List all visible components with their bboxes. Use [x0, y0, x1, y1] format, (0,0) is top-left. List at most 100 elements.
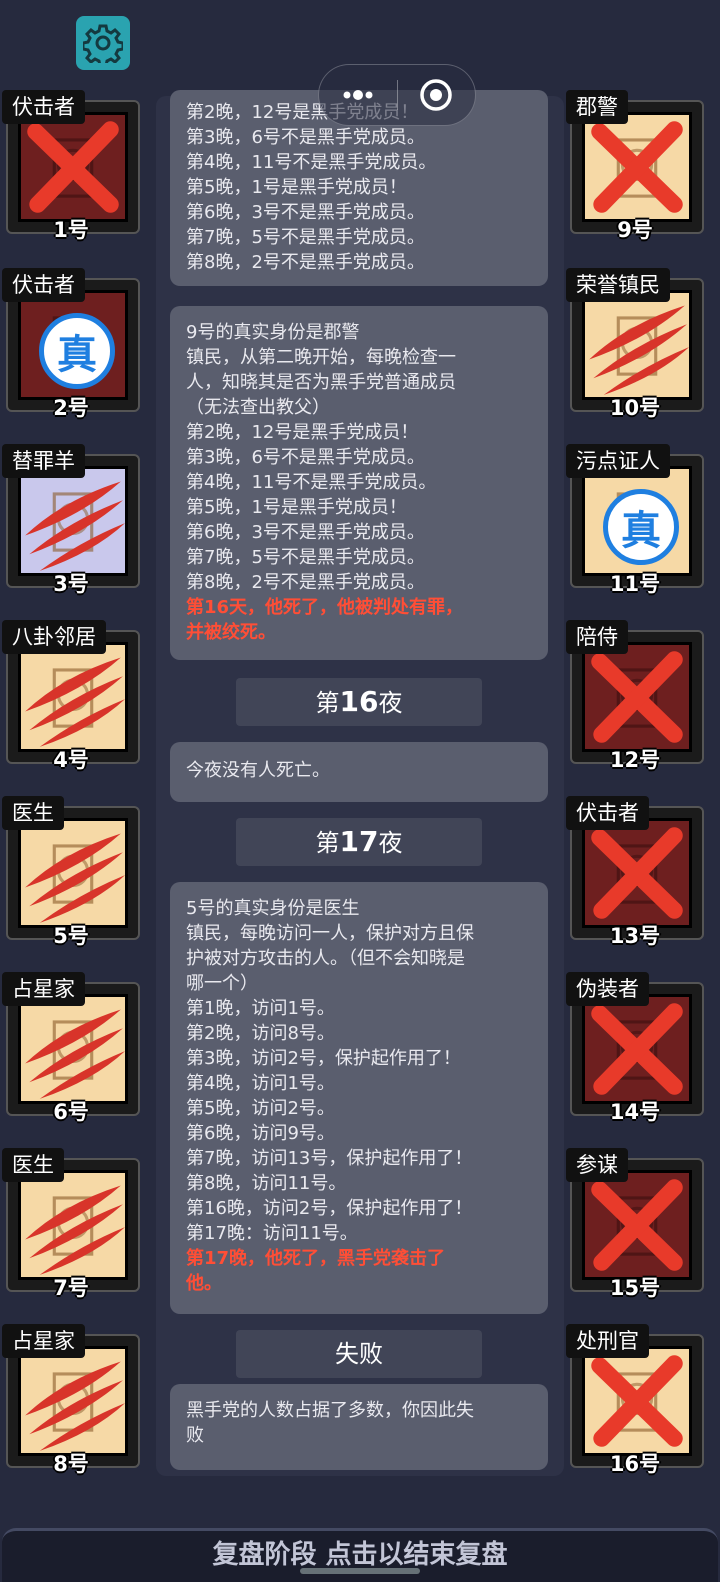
player-card[interactable]: 医生 7号 — [2, 1148, 140, 1300]
log-line: 第6晚，3号不是黑手党成员。 — [186, 202, 425, 223]
log-line: 镇民，每晚访问一人，保护对方且保 — [186, 923, 474, 944]
log-line: 人，知晓其是否为黑手党普通成员 — [186, 372, 456, 393]
log-entry-doctor: 5号的真实身份是医生镇民，每晚访问一人，保护对方且保 护被对方攻击的人。（但不会知… — [170, 882, 548, 1314]
log-line: 第7晚，5号不是黑手党成员。 — [186, 227, 425, 248]
verified-badge-text: 真 — [57, 332, 97, 378]
log-line: 败 — [186, 1425, 204, 1446]
death-note-line: 他。 — [186, 1273, 222, 1294]
eliminated-x-icon — [591, 121, 683, 213]
log-line: 5号的真实身份是医生 — [186, 898, 360, 919]
player-card[interactable]: 荣誉镇民 10号 — [566, 268, 704, 420]
eliminated-x-icon — [591, 1355, 683, 1447]
record-circle-icon — [420, 79, 452, 111]
role-portrait — [18, 818, 128, 928]
player-card[interactable]: 郡警 9号 — [566, 90, 704, 242]
log-line: 第3晚，6号不是黑手党成员。 — [186, 447, 425, 468]
role-portrait — [582, 642, 692, 752]
player-card[interactable]: 陪侍 12号 — [566, 620, 704, 772]
more-dots-icon — [343, 90, 373, 100]
player-card[interactable]: 真 伏击者 2号 — [2, 268, 140, 420]
log-line: 今夜没有人死亡。 — [186, 760, 330, 781]
claw-slash-icon — [25, 833, 125, 923]
log-line: 镇民，从第二晚开始，每晚检查一 — [186, 347, 456, 368]
log-entry-result: 黑手党的人数占据了多数，你因此失败 — [170, 1384, 548, 1470]
claw-slash-icon — [25, 481, 125, 571]
role-portrait — [582, 112, 692, 222]
player-card[interactable]: 八卦邻居 4号 — [2, 620, 140, 772]
player-number: 13号 — [609, 924, 661, 948]
log-line: 第7晚，访问13号，保护起作用了！ — [186, 1148, 473, 1169]
role-label: 参谋 — [566, 1148, 628, 1182]
role-portrait — [18, 642, 128, 752]
role-label: 处刑官 — [566, 1324, 649, 1358]
log-line: 第4晚，访问1号。 — [186, 1073, 335, 1094]
role-portrait — [582, 994, 692, 1104]
home-indicator — [300, 1568, 420, 1574]
log-line: 第5晚，1号是黑手党成员！ — [186, 497, 407, 518]
more-button[interactable] — [319, 65, 397, 125]
claw-slash-icon — [25, 657, 125, 747]
player-number: 9号 — [617, 218, 653, 242]
role-portrait — [18, 112, 128, 222]
role-label: 占星家 — [2, 1324, 85, 1358]
player-card[interactable]: 占星家 6号 — [2, 972, 140, 1124]
player-card[interactable]: 占星家 8号 — [2, 1324, 140, 1476]
death-note-line: 并被绞死。 — [186, 622, 276, 643]
player-number: 15号 — [609, 1276, 661, 1300]
log-line: 第16晚，访问2号，保护起作用了！ — [186, 1198, 473, 1219]
role-portrait — [582, 818, 692, 928]
log-entry-sheriff: 9号的真实身份是郡警镇民，从第二晚开始，每晚检查一 人，知晓其是否为黑手党普通成员… — [170, 306, 548, 660]
night-16-header: 第16夜 — [236, 678, 482, 726]
log-line: 9号的真实身份是郡警 — [186, 322, 360, 343]
log-line: 黑手党的人数占据了多数，你因此失 — [186, 1400, 474, 1421]
player-card[interactable]: 替罪羊 3号 — [2, 444, 140, 596]
role-portrait — [582, 290, 692, 400]
settings-button[interactable] — [76, 16, 130, 70]
eliminated-x-icon — [591, 1179, 683, 1271]
eliminated-x-icon — [591, 651, 683, 743]
player-card[interactable]: 参谋 15号 — [566, 1148, 704, 1300]
player-number: 4号 — [53, 748, 89, 772]
log-line: （无法查出教父） — [186, 397, 330, 418]
role-portrait — [18, 994, 128, 1104]
role-portrait: 真 — [582, 466, 692, 576]
end-review-label: 复盘阶段 点击以结束复盘 — [212, 1540, 508, 1570]
player-card[interactable]: 伏击者 13号 — [566, 796, 704, 948]
role-label: 郡警 — [566, 90, 628, 124]
player-card[interactable]: 伪装者 14号 — [566, 972, 704, 1124]
player-card[interactable]: 处刑官 16号 — [566, 1324, 704, 1476]
claw-slash-icon — [25, 1185, 125, 1275]
role-label: 替罪羊 — [2, 444, 85, 478]
log-line: 第2晚，访问8号。 — [186, 1023, 335, 1044]
mini-program-capsule — [318, 64, 476, 126]
claw-slash-icon — [25, 1361, 125, 1451]
log-line: 第4晚，11号不是黑手党成员。 — [186, 152, 437, 173]
player-number: 10号 — [609, 396, 661, 420]
role-label: 污点证人 — [566, 444, 670, 478]
claw-slash-icon — [25, 1009, 125, 1099]
close-mini-program-button[interactable] — [398, 65, 476, 125]
role-label: 伏击者 — [2, 90, 85, 124]
role-label: 伏击者 — [2, 268, 85, 302]
role-label: 伏击者 — [566, 796, 649, 830]
role-portrait — [582, 1170, 692, 1280]
log-line: 第5晚，访问2号。 — [186, 1098, 335, 1119]
log-line: 第3晚，访问2号，保护起作用了！ — [186, 1048, 461, 1069]
log-line: 第7晚，5号不是黑手党成员。 — [186, 547, 425, 568]
player-number: 3号 — [53, 572, 89, 596]
verified-badge-text: 真 — [621, 508, 661, 554]
player-number: 11号 — [609, 572, 661, 596]
player-card[interactable]: 真 污点证人 11号 — [566, 444, 704, 596]
log-line: 第8晚，2号不是黑手党成员。 — [186, 252, 425, 273]
death-note-line: 第16天，他死了，他被判处有罪， — [186, 597, 464, 618]
role-label: 占星家 — [2, 972, 85, 1006]
role-portrait: 真 — [18, 290, 128, 400]
player-card[interactable]: 伏击者 1号 — [2, 90, 140, 242]
player-number: 8号 — [53, 1452, 89, 1476]
role-portrait — [18, 1346, 128, 1456]
log-line: 哪一个） — [186, 973, 258, 994]
player-number: 1号 — [53, 218, 89, 242]
log-line: 护被对方攻击的人。（但不会知晓是 — [186, 948, 465, 969]
role-label: 陪侍 — [566, 620, 628, 654]
player-card[interactable]: 医生 5号 — [2, 796, 140, 948]
